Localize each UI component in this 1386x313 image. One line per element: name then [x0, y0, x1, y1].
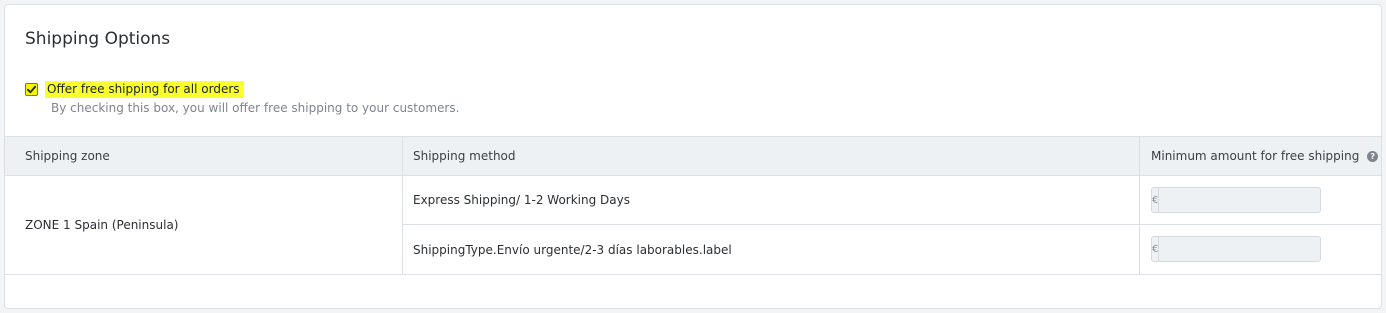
table-body: ZONE 1 Spain (Peninsula) Express Shippin… [5, 176, 1381, 275]
header-minimum-amount-label: Minimum amount for free shipping [1151, 149, 1360, 163]
table-header: Shipping zone Shipping method Minimum am… [5, 137, 1381, 176]
zone-name: ZONE 1 Spain (Peninsula) [25, 218, 179, 232]
header-shipping-zone: Shipping zone [5, 137, 403, 175]
header-minimum-amount: Minimum amount for free shipping ? [1140, 137, 1381, 175]
minimum-amount-field: € [1151, 236, 1322, 262]
help-icon[interactable]: ? [1367, 151, 1379, 162]
method-name: Express Shipping/ 1-2 Working Days [413, 193, 630, 207]
section-title: Shipping Options [25, 29, 171, 49]
free-shipping-description: By checking this box, you will offer fre… [51, 101, 460, 115]
table-row: ShippingType.Envío urgente/2-3 días labo… [403, 225, 1381, 274]
header-shipping-method: Shipping method [403, 137, 1140, 175]
table-row: Express Shipping/ 1-2 Working Days € [403, 176, 1381, 225]
check-icon [26, 85, 37, 94]
method-cell: ShippingType.Envío urgente/2-3 días labo… [403, 225, 1140, 274]
free-shipping-label[interactable]: Offer free shipping for all orders [45, 81, 244, 98]
minimum-amount-input[interactable] [1159, 237, 1322, 261]
method-cell: Express Shipping/ 1-2 Working Days [403, 176, 1140, 224]
shipping-options-card: Shipping Options Offer free shipping for… [4, 4, 1382, 309]
minimum-amount-field: € [1151, 187, 1322, 213]
free-shipping-checkbox[interactable] [25, 83, 38, 96]
shipping-table: Shipping zone Shipping method Minimum am… [5, 136, 1381, 275]
euro-addon: € [1152, 188, 1160, 212]
euro-addon: € [1152, 237, 1160, 261]
minimum-amount-input[interactable] [1159, 188, 1322, 212]
method-name: ShippingType.Envío urgente/2-3 días labo… [413, 242, 732, 257]
zone-cell: ZONE 1 Spain (Peninsula) [5, 176, 403, 274]
free-shipping-option: Offer free shipping for all orders [25, 81, 244, 98]
